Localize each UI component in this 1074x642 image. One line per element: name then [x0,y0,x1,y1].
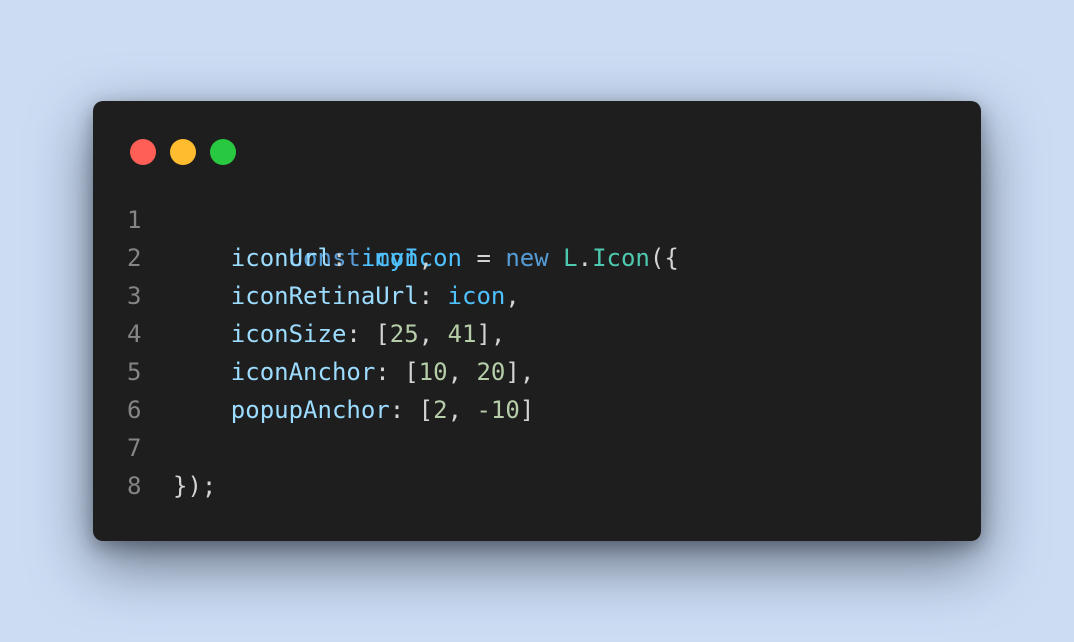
closing-brace: }); [173,472,217,500]
equals-sign: = [462,244,506,272]
number-literal: 25 [389,320,419,348]
separator: , [418,320,448,348]
line-number: 4 [127,320,142,348]
property-key: iconRetinaUrl [230,282,419,310]
code-line-3: 3 iconRetinaUrl: icon, [127,277,679,315]
code-line-5: 5 iconAnchor: [10, 20], [127,353,679,391]
keyword-new: new [505,244,549,272]
colon-bracket: : [ [389,396,434,424]
code-line-6: 6 popupAnchor: [2, -10] [127,391,679,429]
line-number: 5 [127,358,142,386]
namespace-name: L [563,244,578,272]
comma: , [418,244,434,272]
code-window: 1 const myIcon = new L.Icon({ 2 iconUrl:… [93,101,981,541]
property-key: popupAnchor [230,396,390,424]
colon: : [331,244,361,272]
minimize-dot-icon [170,139,196,165]
code-line-1: 1 const myIcon = new L.Icon({ [127,201,679,272]
property-value: icon [360,244,419,272]
separator: , [447,396,477,424]
number-literal: 10 [418,358,448,386]
colon: : [418,282,448,310]
line-number: 2 [127,244,142,272]
line-number: 1 [127,206,142,234]
line-number: 3 [127,282,142,310]
code-line-8: 8 }); [127,467,679,505]
code-line-4: 4 iconSize: [25, 41], [127,315,679,353]
number-literal: 41 [447,320,477,348]
property-key: iconSize [230,320,347,348]
close-bracket: ], [476,320,506,348]
line-number: 6 [127,396,142,424]
class-name: Icon [592,244,650,272]
property-key: iconUrl [230,244,332,272]
colon-bracket: : [ [346,320,390,348]
property-key: iconAnchor [230,358,376,386]
maximize-dot-icon [210,139,236,165]
code-line-7: 7 [127,429,679,467]
close-bracket: ] [519,396,535,424]
close-dot-icon [130,139,156,165]
line-number: 7 [127,434,142,462]
number-literal: 2 [433,396,448,424]
property-value: icon [447,282,506,310]
number-literal: -10 [476,396,520,424]
dot-operator: . [577,244,593,272]
open-brace: ({ [649,244,679,272]
line-number: 8 [127,472,142,500]
comma: , [505,282,520,310]
separator: , [447,358,477,386]
number-literal: 20 [476,358,506,386]
code-block: 1 const myIcon = new L.Icon({ 2 iconUrl:… [127,201,679,505]
close-bracket: ], [505,358,535,386]
colon-bracket: : [ [375,358,419,386]
window-controls [130,139,236,165]
